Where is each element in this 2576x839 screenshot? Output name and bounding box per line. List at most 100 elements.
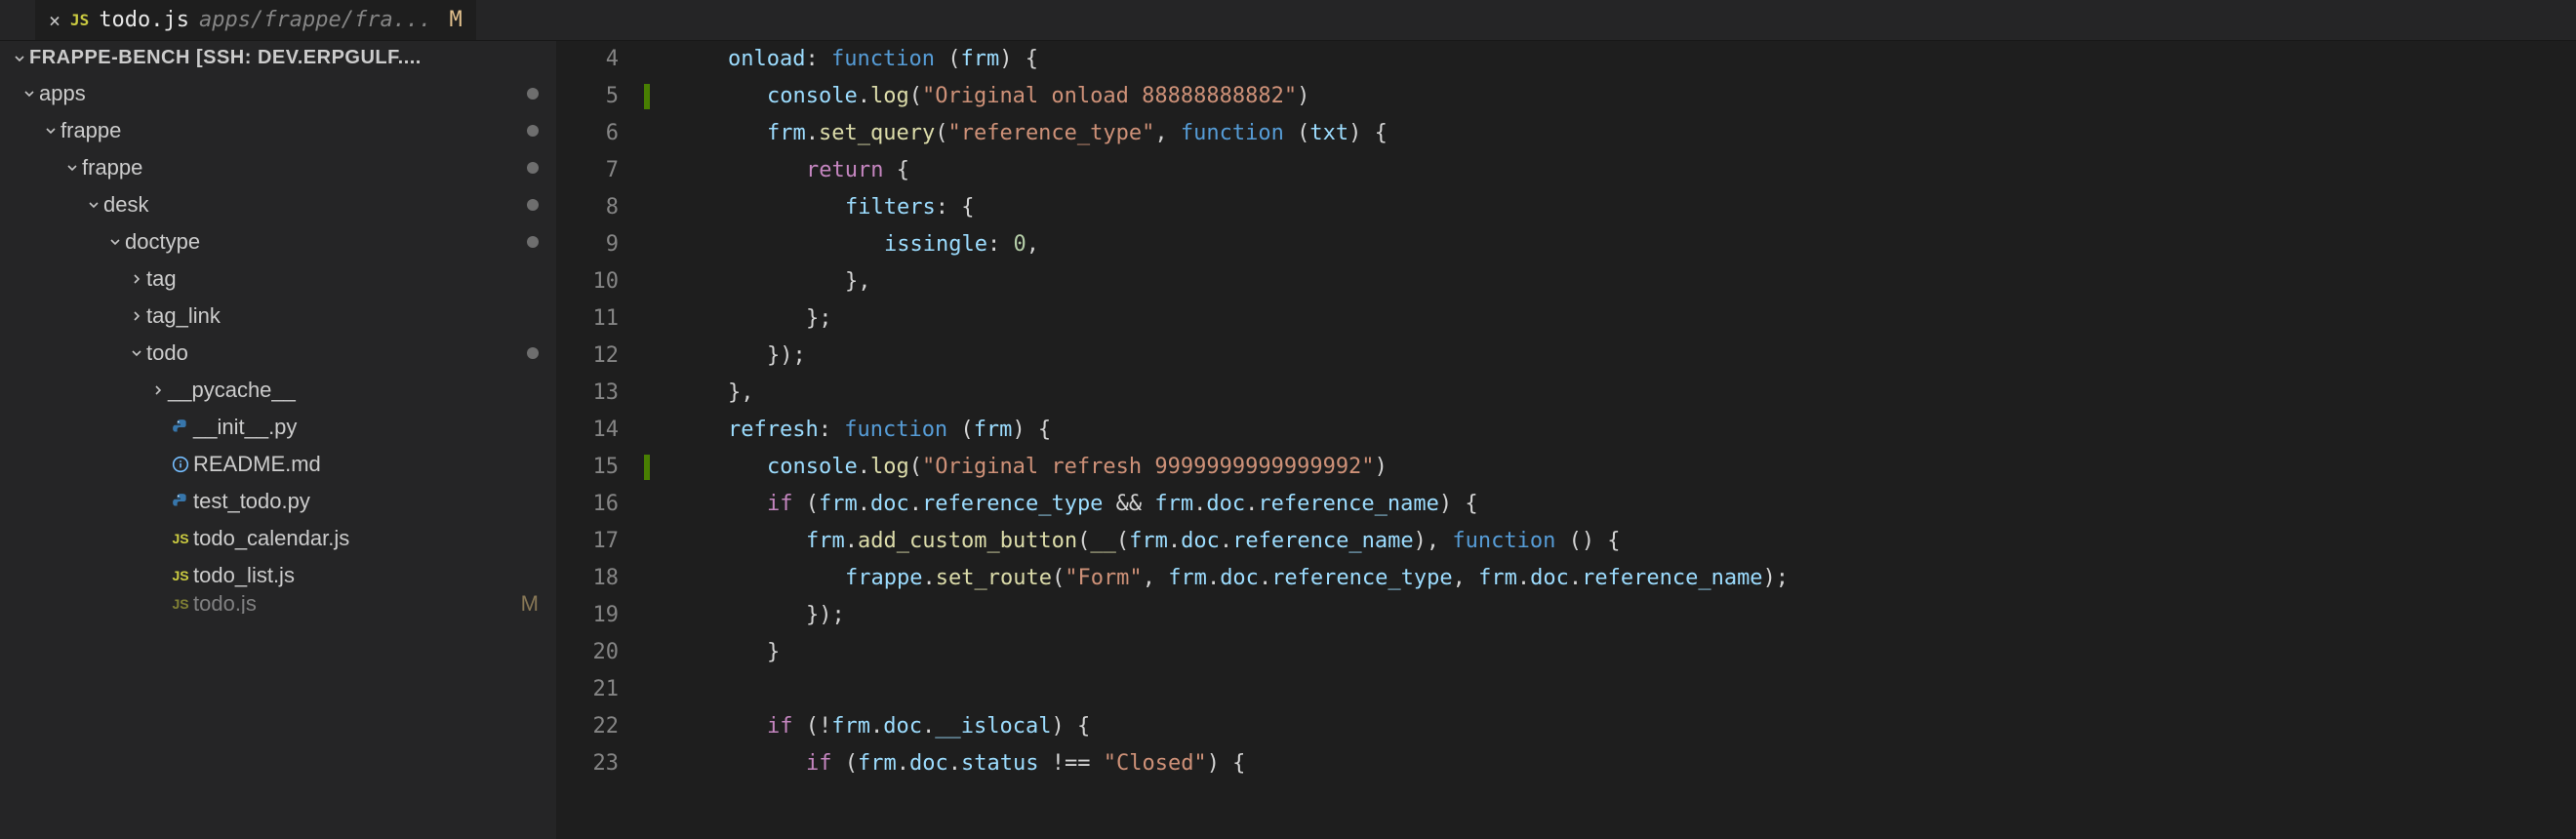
modified-dot-icon <box>527 125 539 137</box>
chevron-down-icon <box>20 86 39 101</box>
line-number: 10 <box>556 263 619 300</box>
line-number: 14 <box>556 412 619 449</box>
editor-tab[interactable]: × JS todo.js apps/frappe/fra... M <box>35 0 476 40</box>
folder-row[interactable]: tag <box>0 260 556 298</box>
folder-row[interactable]: doctype <box>0 223 556 260</box>
code-line[interactable]: if (frm.doc.reference_type && frm.doc.re… <box>650 486 2576 523</box>
line-number: 15 <box>556 449 619 486</box>
line-number: 23 <box>556 745 619 782</box>
line-number: 11 <box>556 300 619 338</box>
code-line[interactable]: return { <box>650 152 2576 189</box>
code-line[interactable]: console.log("Original onload 88888888882… <box>650 78 2576 115</box>
line-number: 12 <box>556 338 619 375</box>
folder-row[interactable]: __pycache__ <box>0 372 556 409</box>
folder-label: __pycache__ <box>168 378 296 403</box>
explorer-root-label: FRAPPE-BENCH [SSH: DEV.ERPGULF.... <box>29 47 422 69</box>
folder-row[interactable]: apps <box>0 75 556 112</box>
modified-dot-icon <box>527 162 539 174</box>
js-icon: JS <box>172 568 188 583</box>
line-number: 16 <box>556 486 619 523</box>
code-line[interactable]: }, <box>650 263 2576 300</box>
folder-label: apps <box>39 81 86 106</box>
tab-bar: × JS todo.js apps/frappe/fra... M <box>0 0 2576 41</box>
explorer-root-header[interactable]: FRAPPE-BENCH [SSH: DEV.ERPGULF.... <box>0 41 556 75</box>
file-label: todo_list.js <box>193 563 295 588</box>
code-content[interactable]: onload: function (frm) {console.log("Ori… <box>650 41 2576 839</box>
line-number: 7 <box>556 152 619 189</box>
info-icon <box>172 456 189 473</box>
modified-dot-icon <box>527 199 539 211</box>
chevron-down-icon <box>127 345 146 361</box>
file-label: README.md <box>193 452 321 477</box>
file-row[interactable]: test_todo.py <box>0 483 556 520</box>
folder-label: doctype <box>125 229 200 255</box>
line-number: 8 <box>556 189 619 226</box>
code-line[interactable]: issingle: 0, <box>650 226 2576 263</box>
code-editor[interactable]: 4567891011121314151617181920212223 onloa… <box>556 41 2576 839</box>
folder-row[interactable]: frappe <box>0 112 556 149</box>
chevron-right-icon <box>127 308 146 324</box>
chevron-right-icon <box>148 382 168 398</box>
line-number: 6 <box>556 115 619 152</box>
code-line[interactable] <box>650 671 2576 708</box>
line-number: 4 <box>556 41 619 78</box>
code-line[interactable]: frappe.set_route("Form", frm.doc.referen… <box>650 560 2576 597</box>
tab-filename: todo.js <box>99 8 189 32</box>
line-number: 13 <box>556 375 619 412</box>
chevron-down-icon <box>10 51 29 66</box>
git-modified-badge: M <box>521 594 539 614</box>
code-line[interactable]: filters: { <box>650 189 2576 226</box>
git-change-marker <box>644 84 650 109</box>
code-line[interactable]: }, <box>650 375 2576 412</box>
close-icon[interactable]: × <box>49 9 60 32</box>
folder-label: desk <box>103 192 148 218</box>
folder-label: tag <box>146 266 177 292</box>
code-line[interactable]: if (!frm.doc.__islocal) { <box>650 708 2576 745</box>
file-label: test_todo.py <box>193 489 310 514</box>
folder-row[interactable]: tag_link <box>0 298 556 335</box>
python-icon <box>172 493 189 510</box>
modified-dot-icon <box>527 236 539 248</box>
code-line[interactable]: if (frm.doc.status !== "Closed") { <box>650 745 2576 782</box>
file-label: todo.js <box>193 594 257 614</box>
folder-row[interactable]: desk <box>0 186 556 223</box>
modified-dot-icon <box>527 88 539 100</box>
code-line[interactable]: console.log("Original refresh 9999999999… <box>650 449 2576 486</box>
file-row[interactable]: README.md <box>0 446 556 483</box>
code-line[interactable]: frm.add_custom_button(__(frm.doc.referen… <box>650 523 2576 560</box>
line-number: 19 <box>556 597 619 634</box>
code-line[interactable]: }); <box>650 338 2576 375</box>
folder-row[interactable]: frappe <box>0 149 556 186</box>
folder-label: tag_link <box>146 303 221 329</box>
file-row[interactable]: JS todo_calendar.js <box>0 520 556 557</box>
file-row[interactable]: JS todo_list.js <box>0 557 556 594</box>
file-row[interactable]: __init__.py <box>0 409 556 446</box>
code-line[interactable]: }); <box>650 597 2576 634</box>
file-explorer[interactable]: FRAPPE-BENCH [SSH: DEV.ERPGULF.... apps f… <box>0 41 556 839</box>
code-line[interactable]: refresh: function (frm) { <box>650 412 2576 449</box>
chevron-down-icon <box>105 234 125 250</box>
line-number: 22 <box>556 708 619 745</box>
folder-label: todo <box>146 340 188 366</box>
line-number: 9 <box>556 226 619 263</box>
code-line[interactable]: } <box>650 634 2576 671</box>
git-change-marker <box>644 455 650 480</box>
code-line[interactable]: frm.set_query("reference_type", function… <box>650 115 2576 152</box>
line-number: 21 <box>556 671 619 708</box>
git-gutter <box>644 41 650 839</box>
js-icon: JS <box>172 596 188 612</box>
python-icon <box>172 419 189 436</box>
file-label: todo_calendar.js <box>193 526 349 551</box>
chevron-down-icon <box>62 160 82 176</box>
folder-row[interactable]: todo <box>0 335 556 372</box>
file-row[interactable]: JS todo.js M <box>0 594 556 614</box>
chevron-down-icon <box>84 197 103 213</box>
code-line[interactable]: }; <box>650 300 2576 338</box>
line-number: 20 <box>556 634 619 671</box>
code-line[interactable]: onload: function (frm) { <box>650 41 2576 78</box>
line-number: 18 <box>556 560 619 597</box>
chevron-down-icon <box>41 123 60 139</box>
js-icon: JS <box>172 531 188 546</box>
line-number: 17 <box>556 523 619 560</box>
js-icon: JS <box>70 11 89 29</box>
